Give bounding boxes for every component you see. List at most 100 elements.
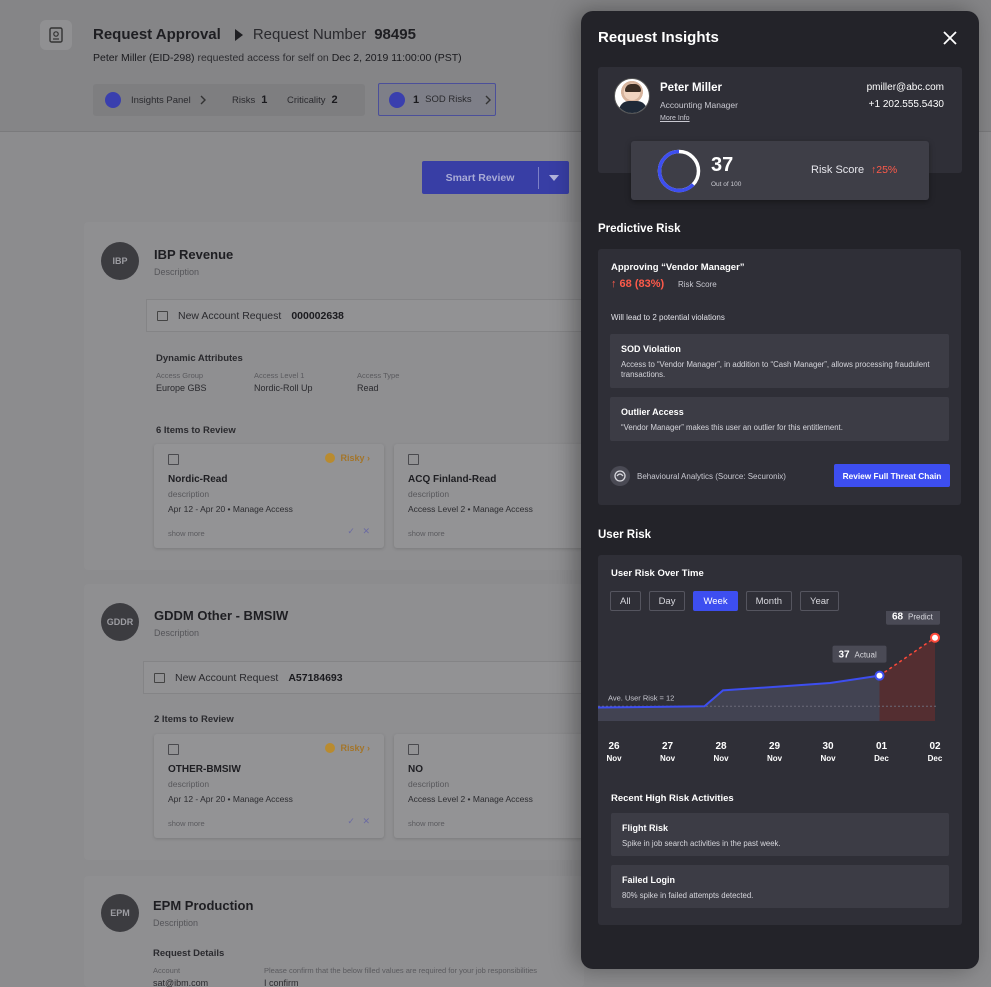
chevron-right-icon [200, 95, 206, 105]
requester: Peter Miller (EID-298) [93, 52, 195, 64]
tab-day[interactable]: Day [648, 591, 686, 611]
show-more-link[interactable]: show more [168, 819, 205, 828]
x-tick-day: 01 [876, 741, 888, 752]
account-code: 000002638 [291, 309, 344, 322]
predictive-score: ↑ 68 (83%) [611, 278, 665, 290]
role-icon [408, 744, 419, 755]
predict-point [930, 632, 940, 643]
review-threat-chain-button[interactable]: Review Full Threat Chain [834, 464, 950, 487]
attribute-value: Read [357, 383, 379, 393]
risk-score-value: 37 [711, 154, 734, 176]
violation-desc: “Vendor Manager” makes this user an outl… [621, 423, 843, 432]
item-description: description [168, 489, 210, 499]
activity-item: Flight Risk Spike in job search activiti… [611, 813, 949, 856]
app-title: GDDM Other - BMSIW [154, 608, 289, 623]
show-more-link[interactable]: show more [168, 529, 205, 538]
show-more-link[interactable]: show more [408, 819, 445, 828]
approve-reject-icons[interactable]: ✓ ✕ [347, 526, 370, 537]
attribute-value: Europe GBS [156, 383, 207, 393]
user-risk-heading: User Risk [598, 529, 652, 541]
actual-callout-value: 37 [839, 650, 851, 661]
predictive-risk-heading: Predictive Risk [598, 223, 681, 235]
account-request-row[interactable]: New Account Request A57184693 [143, 661, 584, 694]
tab-week[interactable]: Week [693, 591, 738, 611]
review-item-card[interactable]: Risky › OTHER-BMSIW description Apr 12 -… [154, 734, 384, 838]
attribute-value: Nordic-Roll Up [254, 383, 313, 393]
account-icon [157, 310, 168, 321]
app-title: IBP Revenue [154, 247, 234, 262]
x-tick-day: 28 [715, 741, 727, 752]
breadcrumb-arrow-icon [234, 29, 243, 42]
detail-label: Account [153, 966, 181, 975]
tab-month[interactable]: Month [745, 591, 792, 611]
risky-label: Risky [340, 453, 365, 463]
attribute-label: Access Level 1 [254, 371, 305, 380]
time-range-tabs: All Day Week Month Year [610, 591, 847, 611]
item-name: NO [408, 764, 423, 775]
risky-badge[interactable]: Risky › [325, 453, 370, 463]
warning-icon [325, 743, 336, 753]
insights-panel-toggle[interactable]: Insights Panel [105, 84, 209, 116]
risks-value: 1 [261, 94, 268, 106]
risky-label: Risky [340, 743, 365, 753]
actual-callout-label: Actual [855, 651, 877, 660]
risks-count: Risks 1 [232, 84, 267, 116]
predict-area [879, 637, 935, 721]
request-insights-panel: Request Insights Peter Miller Accounting… [581, 11, 979, 969]
entitlement-icon [168, 744, 179, 755]
review-heading: 2 Items to Review [154, 714, 234, 725]
panel-title: Request Insights [598, 29, 719, 46]
risk-score-max: Out of 100 [711, 181, 742, 188]
predict-callout-label: Predict [908, 613, 934, 622]
risk-score-gauge [657, 149, 701, 193]
account-icon [154, 672, 165, 683]
item-name: ACQ Finland-Read [408, 474, 497, 485]
chart-title: User Risk Over Time [611, 568, 704, 579]
attribute-label: Access Type [357, 371, 400, 380]
avatar [614, 78, 650, 114]
sod-risks-button[interactable]: 1 SOD Risks [378, 83, 496, 116]
violation-title: SOD Violation [621, 344, 681, 354]
item-name: Nordic-Read [168, 474, 228, 485]
account-code: A57184693 [288, 671, 343, 684]
criticality-count: Criticality 2 [287, 84, 338, 116]
violation-item: SOD Violation Access to “Vendor Manager”… [610, 334, 949, 388]
show-more-link[interactable]: show more [408, 529, 445, 538]
risky-badge[interactable]: Risky › [325, 743, 370, 753]
item-meta: Access Level 2 • Manage Access [408, 504, 533, 514]
predictive-risk-card: Approving “Vendor Manager” ↑ 68 (83%) Ri… [598, 249, 961, 505]
request-date: Dec 2, 2019 11:00:00 (PST) [331, 52, 462, 64]
chevron-right-icon [485, 95, 491, 104]
app-description: Description [153, 918, 199, 928]
caret-down-icon[interactable] [549, 174, 559, 181]
criticality-label: Criticality [287, 94, 326, 106]
app-description: Description [154, 628, 200, 638]
close-icon[interactable] [941, 29, 959, 47]
request-number-label: Request Number [252, 26, 367, 43]
x-tick-month: Nov [713, 754, 729, 763]
app-avatar: GDDR [101, 603, 139, 641]
x-tick-day: 26 [608, 741, 620, 752]
tab-year[interactable]: Year [800, 591, 840, 611]
item-meta: Access Level 2 • Manage Access [408, 794, 533, 804]
detail-note: Please confirm that the below filled val… [264, 966, 538, 975]
warning-icon [325, 453, 336, 463]
application-section: IBP IBP Revenue Description New Account … [84, 222, 624, 570]
item-description: description [168, 779, 210, 789]
risks-label: Risks [232, 94, 256, 106]
approve-reject-icons[interactable]: ✓ ✕ [347, 816, 370, 827]
account-request-row[interactable]: New Account Request 000002638 [146, 299, 584, 332]
more-info-link[interactable]: More Info [660, 115, 690, 122]
insights-label: Insights Panel [131, 94, 191, 106]
document-icon[interactable] [40, 20, 72, 50]
application-section: GDDR GDDM Other - BMSIW Description New … [84, 584, 624, 860]
violation-title: Outlier Access [621, 407, 684, 417]
violations-summary: Will lead to 2 potential violations [611, 313, 725, 322]
smart-review-button[interactable]: Smart Review [422, 161, 569, 194]
activity-desc: Spike in job search activities in the pa… [622, 839, 781, 848]
activity-desc: 80% spike in failed attempts detected. [622, 891, 754, 900]
tab-all[interactable]: All [610, 591, 641, 611]
sod-label: SOD Risks [425, 94, 472, 105]
predictive-score-label: Risk Score [678, 280, 717, 289]
review-item-card[interactable]: Risky › Nordic-Read description Apr 12 -… [154, 444, 384, 548]
